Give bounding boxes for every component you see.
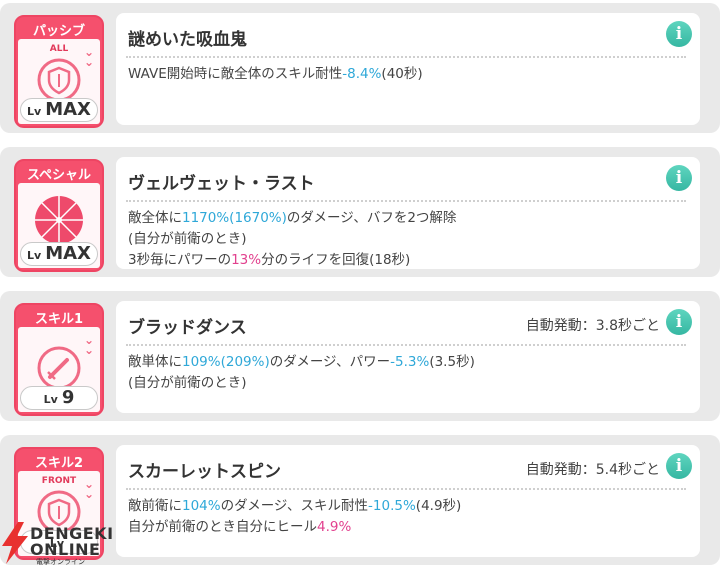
description-text: 敵全体に — [128, 210, 182, 226]
dotted-divider — [126, 200, 686, 202]
chevron-down-icon: ⌄ ⌄ — [83, 45, 94, 69]
skill-category: スペシャル — [26, 168, 92, 183]
level-prefix: Lv — [27, 249, 42, 262]
description-text: WAVE開始時に敵全体のスキル耐性 — [128, 66, 343, 82]
watermark-logo: DENGEKI ONLINE 電撃オンライン — [0, 520, 130, 565]
watermark-line3: 電撃オンライン — [36, 558, 85, 565]
highlight-value: 13% — [231, 252, 262, 268]
chevron-down-icon: ⌄ ⌄ — [83, 477, 94, 501]
info-icon[interactable]: i — [666, 309, 692, 335]
description-line: WAVE開始時に敵全体のスキル耐性-8.4%(40秒) — [128, 64, 686, 85]
skill-level: Lv MAX — [20, 242, 98, 266]
level-value: MAX — [45, 99, 91, 120]
highlight-value: 104% — [182, 498, 221, 514]
description-line: 敵全体に1170%(1670%)のダメージ、バフを2つ解除 — [128, 208, 686, 229]
description-text: のダメージ、スキル耐性 — [220, 498, 369, 514]
lightning-icon — [2, 522, 28, 564]
dotted-divider — [126, 488, 686, 490]
auto-trigger-interval: 自動発動：5.4秒ごと — [525, 462, 660, 478]
skill-level: Lv 9 — [20, 386, 98, 410]
description-text: (自分が前衛のとき) — [128, 375, 247, 391]
skill-level: Lv MAX — [20, 98, 98, 122]
highlight-value: 1170%(1670%) — [182, 210, 287, 226]
chevron-down-icon: ⌄ ⌄ — [83, 333, 94, 357]
description-text: 自分が前衛のとき自分にヒール — [128, 519, 317, 535]
description-line: (自分が前衛のとき) — [128, 373, 686, 394]
skill-badge[interactable]: スペシャル Lv MAX — [14, 159, 104, 272]
description-text: 3秒毎にパワーの — [128, 252, 232, 268]
skill-description: 敵前衛に104%のダメージ、スキル耐性-10.5%(4.9秒) 自分が前衛のとき自… — [128, 496, 686, 538]
description-text: 敵前衛に — [128, 498, 182, 514]
skill-row: スペシャル Lv MAX ヴェルヴェット・ラスト i 敵全体に1170%(1670%)のダ… — [0, 147, 720, 277]
skill-badge[interactable]: スキル1 ⌄ ⌄ Lv 9 — [14, 303, 104, 416]
info-icon[interactable]: i — [666, 165, 692, 191]
skill-description: WAVE開始時に敵全体のスキル耐性-8.4%(40秒) — [128, 64, 686, 85]
skill-card: スカーレットスピン 自動発動：5.4秒ごと i 敵前衛に104%のダメージ、スキル耐性… — [116, 445, 700, 557]
description-text: (40秒) — [381, 66, 423, 82]
skill-category: パッシブ — [32, 24, 85, 39]
level-prefix: Lv — [27, 105, 42, 118]
skill-card: ヴェルヴェット・ラスト i 敵全体に1170%(1670%)のダメージ、バフを2つ解… — [116, 157, 700, 269]
description-text: のダメージ、バフを2つ解除 — [286, 210, 457, 226]
skill-category: スキル1 — [34, 312, 84, 327]
skill-description: 敵単体に109%(209%)のダメージ、パワー-5.3%(3.5秒) (自分が前衛… — [128, 352, 686, 394]
level-value: 9 — [61, 387, 75, 408]
info-icon[interactable]: i — [666, 453, 692, 479]
skill-name: スカーレットスピン — [128, 462, 281, 482]
description-line: 3秒毎にパワーの13%分のライフを回復(18秒) — [128, 250, 686, 271]
highlight-value: -5.3% — [390, 354, 430, 370]
skill-card: 謎めいた吸血鬼 i WAVE開始時に敵全体のスキル耐性-8.4%(40秒) — [116, 13, 700, 125]
description-text: 敵単体に — [128, 354, 182, 370]
highlight-value: 109%(209%) — [182, 354, 270, 370]
auto-trigger-interval: 自動発動：3.8秒ごと — [525, 318, 660, 334]
highlight-value: -10.5% — [368, 498, 416, 514]
description-line: 自分が前衛のとき自分にヒール4.9% — [128, 517, 686, 538]
description-text: のダメージ、パワー — [269, 354, 391, 370]
description-text: (4.9秒) — [415, 498, 462, 514]
skill-row: パッシブ ALL ⌄ ⌄ Lv MAX 謎めいた吸血鬼 i WAVE開始時に敵全体のスキル耐性-… — [0, 3, 720, 133]
skill-description: 敵全体に1170%(1670%)のダメージ、バフを2つ解除 (自分が前衛のとき) 3… — [128, 208, 686, 271]
description-line: 敵単体に109%(209%)のダメージ、パワー-5.3%(3.5秒) — [128, 352, 686, 373]
description-text: (3.5秒) — [429, 354, 475, 370]
skill-row: スキル1 ⌄ ⌄ Lv 9 ブラッドダンス 自動発動：3.8秒ごと i 敵単体に109%(209… — [0, 291, 720, 421]
highlight-value: -8.4% — [342, 66, 382, 82]
skill-card: ブラッドダンス 自動発動：3.8秒ごと i 敵単体に109%(209%)のダメージ、パ… — [116, 301, 700, 413]
info-icon[interactable]: i — [666, 21, 692, 47]
skill-category: スキル2 — [34, 456, 84, 471]
skill-name: 謎めいた吸血鬼 — [128, 30, 247, 50]
skill-badge[interactable]: パッシブ ALL ⌄ ⌄ Lv MAX — [14, 15, 104, 128]
highlight-value: 4.9% — [317, 519, 352, 535]
level-prefix: Lv — [43, 393, 58, 406]
skill-name: ヴェルヴェット・ラスト — [128, 174, 315, 194]
description-line: (自分が前衛のとき) — [128, 229, 686, 250]
description-line: 敵前衛に104%のダメージ、スキル耐性-10.5%(4.9秒) — [128, 496, 686, 517]
dotted-divider — [126, 344, 686, 346]
description-text: 分のライフを回復(18秒) — [261, 252, 411, 268]
level-value: MAX — [45, 243, 91, 264]
description-text: (自分が前衛のとき) — [128, 231, 247, 247]
skill-name: ブラッドダンス — [128, 318, 247, 338]
dotted-divider — [126, 56, 686, 58]
